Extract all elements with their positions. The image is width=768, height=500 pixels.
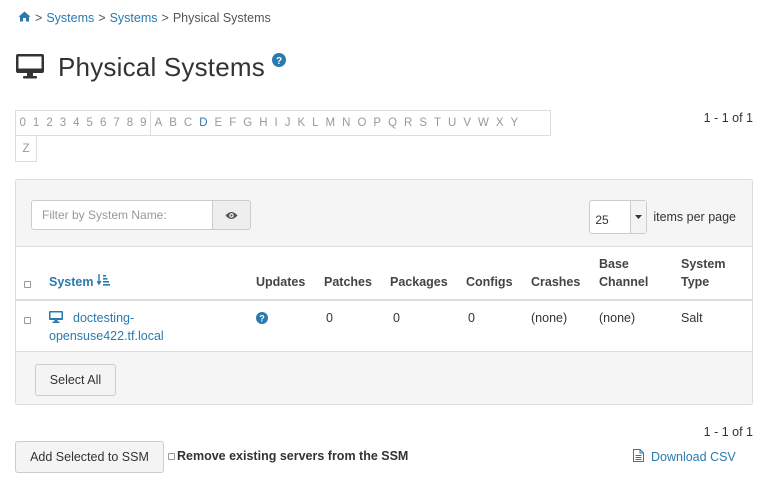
column-header-packages[interactable]: Packages	[390, 273, 448, 291]
breadcrumb-current: Physical Systems	[172, 11, 271, 25]
alpha-a[interactable]: A	[151, 117, 166, 129]
alpha-d[interactable]: D	[196, 117, 211, 129]
download-csv-label: Download CSV	[651, 450, 736, 464]
column-header-configs[interactable]: Configs	[466, 273, 513, 291]
alpha-z[interactable]: Z	[19, 143, 33, 155]
question-circle-icon[interactable]: ?	[256, 312, 268, 327]
column-header-system-type[interactable]: System Type	[681, 255, 735, 291]
cell-configs: 0	[468, 311, 475, 325]
items-per-page: 25 items per page	[589, 200, 736, 234]
items-per-page-select[interactable]: 25	[589, 200, 648, 234]
breadcrumb-separator: >	[98, 11, 106, 25]
system-name-link-line1[interactable]: doctesting-	[73, 309, 134, 327]
file-csv-icon	[633, 449, 651, 465]
alphabet-filter: 0123456789 ABCDEFGHIJKLMNOPQRSTUVWXY Z	[15, 110, 551, 162]
desktop-icon	[16, 53, 44, 82]
page-header: Physical Systems ?	[16, 52, 286, 83]
alpha-y[interactable]: Y	[507, 117, 522, 129]
pagination-count-top: 1 - 1 of 1	[703, 111, 753, 125]
download-csv-link[interactable]: Download CSV	[633, 449, 736, 465]
alpha-1[interactable]: 1	[29, 117, 42, 129]
alpha-0[interactable]: 0	[16, 117, 29, 129]
svg-text:?: ?	[276, 56, 282, 67]
column-header-patches[interactable]: Patches	[324, 273, 372, 291]
breadcrumb-separator: >	[161, 11, 169, 25]
column-system-label[interactable]: System	[49, 273, 93, 291]
systems-panel: 25 items per page System Updates Patches…	[15, 179, 753, 405]
alpha-3[interactable]: 3	[56, 117, 69, 129]
alpha-i[interactable]: I	[271, 117, 281, 129]
select-all-checkbox[interactable]	[24, 281, 31, 288]
svg-text:?: ?	[259, 314, 265, 324]
breadcrumb-link-systems[interactable]: Systems	[46, 11, 94, 25]
alpha-5[interactable]: 5	[83, 117, 96, 129]
alpha-q[interactable]: Q	[385, 117, 401, 129]
alpha-f[interactable]: F	[226, 117, 240, 129]
alpha-l[interactable]: L	[309, 117, 322, 129]
remove-ssm-option[interactable]: Remove existing servers from the SSM	[168, 449, 408, 463]
items-per-page-label: items per page	[653, 210, 736, 224]
alpha-u[interactable]: U	[445, 117, 460, 129]
items-per-page-value: 25	[595, 213, 609, 227]
cell-crashes: (none)	[531, 311, 568, 325]
alphabet-row-overflow: Z	[15, 136, 38, 162]
alpha-b[interactable]: B	[166, 117, 181, 129]
column-header-base-channel[interactable]: Base Channel	[599, 255, 659, 291]
row-checkbox[interactable]	[24, 317, 31, 324]
alpha-o[interactable]: O	[354, 117, 370, 129]
breadcrumb-link-systems-2[interactable]: Systems	[110, 11, 158, 25]
alpha-7[interactable]: 7	[110, 117, 123, 129]
alpha-g[interactable]: G	[240, 117, 256, 129]
alpha-r[interactable]: R	[401, 117, 416, 129]
alpha-2[interactable]: 2	[43, 117, 56, 129]
alpha-c[interactable]: C	[180, 117, 195, 129]
alpha-k[interactable]: K	[294, 117, 309, 129]
home-icon[interactable]	[18, 11, 31, 25]
select-all-button[interactable]: Select All	[35, 364, 116, 396]
column-header-crashes[interactable]: Crashes	[531, 273, 580, 291]
column-header-updates[interactable]: Updates	[256, 273, 305, 291]
desktop-icon	[49, 311, 63, 326]
breadcrumb: > Systems > Systems > Physical Systems	[18, 11, 271, 25]
sort-ascending-icon[interactable]	[96, 273, 111, 291]
cell-base-channel: (none)	[599, 311, 636, 325]
cell-packages: 0	[393, 311, 400, 325]
alpha-h[interactable]: H	[256, 117, 271, 129]
filter-button[interactable]	[213, 200, 251, 230]
filter-input[interactable]	[31, 200, 213, 230]
alpha-v[interactable]: V	[460, 117, 475, 129]
alpha-4[interactable]: 4	[70, 117, 83, 129]
digit-group: 0123456789	[16, 111, 150, 135]
remove-ssm-checkbox[interactable]	[168, 452, 175, 460]
breadcrumb-separator: >	[35, 11, 43, 25]
systems-table: System Updates Patches Packages Configs …	[16, 246, 752, 352]
alpha-p[interactable]: P	[370, 117, 385, 129]
pagination-count-bottom: 1 - 1 of 1	[703, 425, 753, 439]
letter-group: ABCDEFGHIJKLMNOPQRSTUVWXY	[150, 111, 522, 135]
alpha-e[interactable]: E	[211, 117, 226, 129]
page-title: Physical Systems	[58, 52, 265, 82]
alpha-w[interactable]: W	[475, 117, 493, 129]
alpha-8[interactable]: 8	[123, 117, 136, 129]
alpha-t[interactable]: T	[431, 117, 445, 129]
alpha-s[interactable]: S	[416, 117, 431, 129]
alpha-9[interactable]: 9	[137, 117, 150, 129]
remove-ssm-label: Remove existing servers from the SSM	[177, 449, 409, 463]
alpha-m[interactable]: M	[322, 117, 339, 129]
caret-down-icon	[630, 201, 647, 233]
help-icon[interactable]: ?	[271, 53, 286, 70]
cell-patches: 0	[326, 311, 333, 325]
cell-system-type: Salt	[681, 311, 703, 325]
add-to-ssm-button[interactable]: Add Selected to SSM	[15, 441, 164, 473]
column-header-system[interactable]: System	[49, 273, 111, 291]
alphabet-row: 0123456789 ABCDEFGHIJKLMNOPQRSTUVWXY	[15, 110, 551, 136]
alpha-x[interactable]: X	[492, 117, 507, 129]
filter-group	[31, 200, 251, 230]
system-name-link-line2[interactable]: opensuse422.tf.local	[49, 327, 164, 345]
alpha-j[interactable]: J	[281, 117, 294, 129]
alpha-n[interactable]: N	[339, 117, 354, 129]
header-divider	[16, 299, 752, 301]
eye-icon	[225, 208, 238, 223]
alpha-6[interactable]: 6	[96, 117, 109, 129]
